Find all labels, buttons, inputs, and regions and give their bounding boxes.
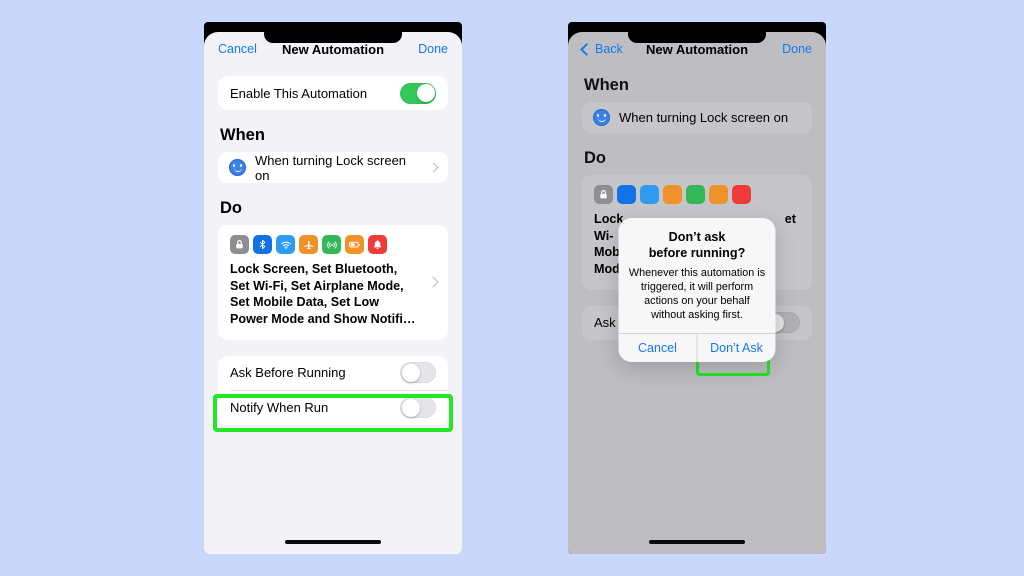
when-heading: When — [584, 76, 629, 94]
back-button-label: Back — [595, 42, 623, 56]
show-notification-icon — [732, 185, 751, 204]
smiley-mouth — [233, 167, 242, 172]
enable-automation-toggle[interactable] — [400, 82, 436, 104]
do-card[interactable]: Lock Screen, Set Bluetooth, Set Wi-Fi, S… — [218, 225, 448, 340]
bluetooth-icon — [253, 235, 272, 254]
alert-cancel-label: Cancel — [638, 340, 677, 355]
screenshot-canvas: Cancel New Automation Done Enable This A… — [0, 0, 1024, 576]
back-button[interactable]: Back — [580, 42, 623, 56]
wifi-icon — [276, 235, 295, 254]
notify-when-run-toggle[interactable] — [400, 397, 436, 419]
alert-body: Don’t ask before running? Whenever this … — [619, 218, 776, 333]
trigger-label: When turning Lock screen on — [619, 110, 789, 125]
low-power-mode-icon — [709, 185, 728, 204]
airplane-mode-icon — [663, 185, 682, 204]
right-phone-frame: Back New Automation Done When When turni… — [568, 22, 826, 554]
enable-automation-label: Enable This Automation — [230, 85, 368, 101]
left-phone-screen: Cancel New Automation Done Enable This A… — [204, 32, 462, 554]
action-icon-row — [230, 235, 436, 254]
bluetooth-icon — [617, 185, 636, 204]
low-power-mode-icon — [345, 235, 364, 254]
lock-screen-icon — [230, 235, 249, 254]
toggle-knob — [401, 363, 420, 382]
done-button[interactable]: Done — [418, 42, 448, 56]
alert-dont-ask-label: Don’t Ask — [710, 340, 763, 355]
action-icon-row — [594, 185, 800, 204]
notify-when-run-label: Notify When Run — [230, 400, 329, 416]
do-heading: Do — [584, 149, 606, 167]
mobile-data-icon — [322, 235, 341, 254]
right-phone-screen: Back New Automation Done When When turni… — [568, 32, 826, 554]
alert-title-line-2: before running? — [648, 246, 746, 261]
enable-automation-row[interactable]: Enable This Automation — [218, 76, 448, 110]
chevron-right-icon — [428, 162, 439, 173]
left-phone-frame: Cancel New Automation Done Enable This A… — [204, 22, 462, 554]
smiley-mouth — [597, 117, 606, 122]
phone-notch — [628, 32, 766, 43]
smiley-face-icon — [593, 109, 610, 126]
do-summary: Lock Screen, Set Bluetooth, Set Wi-Fi, S… — [230, 262, 416, 327]
mobile-data-icon — [686, 185, 705, 204]
airplane-mode-icon — [299, 235, 318, 254]
done-button-label: Done — [418, 42, 448, 56]
trigger-label: When turning Lock screen on — [255, 152, 407, 183]
phone-notch — [264, 32, 402, 43]
chevron-left-icon — [580, 42, 593, 56]
home-indicator — [649, 540, 745, 544]
when-card: When turning Lock screen on — [582, 102, 812, 133]
trigger-row[interactable]: When turning Lock screen on — [582, 102, 812, 133]
alert-dont-ask-button[interactable]: Don’t Ask — [696, 333, 776, 362]
toggle-knob — [401, 398, 420, 417]
options-card: Ask Before Running Notify When Run — [218, 355, 448, 425]
show-notification-icon — [368, 235, 387, 254]
alert-buttons: Cancel Don’t Ask — [618, 332, 776, 362]
alert-message: Whenever this automation is triggered, i… — [628, 266, 766, 322]
ask-before-running-toggle[interactable] — [400, 362, 436, 384]
alert-cancel-button[interactable]: Cancel — [619, 334, 697, 362]
done-button-label: Done — [782, 42, 812, 56]
do-heading: Do — [220, 199, 242, 217]
cancel-button-label: Cancel — [218, 42, 257, 56]
smiley-face-icon — [229, 159, 246, 176]
trigger-row[interactable]: When turning Lock screen on — [218, 152, 448, 183]
notify-when-run-row[interactable]: Notify When Run — [218, 391, 448, 425]
alert-title-line-1: Don’t ask — [668, 230, 726, 244]
ask-before-running-label: Ask Before Running — [230, 365, 346, 381]
toggle-knob — [416, 84, 435, 102]
when-card: When turning Lock screen on — [218, 152, 448, 183]
cancel-button[interactable]: Cancel — [218, 42, 257, 56]
do-summary-right-fragment: et — [784, 212, 796, 226]
done-button[interactable]: Done — [782, 42, 812, 56]
wifi-icon — [640, 185, 659, 204]
lock-screen-icon — [594, 185, 613, 204]
home-indicator — [285, 540, 381, 544]
dont-ask-alert-dialog: Don’t ask before running? Whenever this … — [618, 218, 776, 362]
left-content: Enable This Automation When When turning… — [204, 76, 462, 425]
when-heading: When — [220, 126, 265, 144]
ask-before-running-row[interactable]: Ask Before Running — [218, 356, 448, 390]
enable-automation-card: Enable This Automation — [218, 76, 448, 110]
